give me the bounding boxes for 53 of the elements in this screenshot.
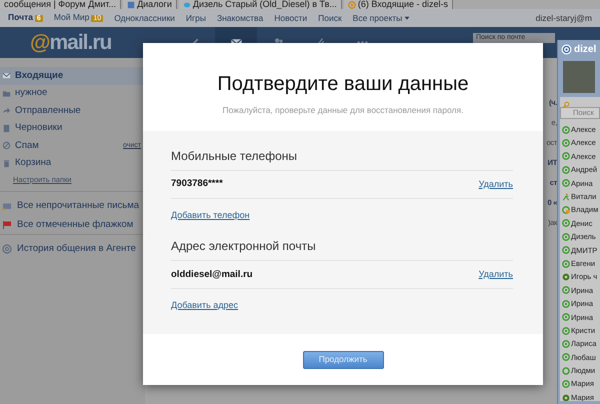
folder-item[interactable]: нужное	[0, 84, 145, 102]
dialog-title: Подтвердите ваши данные	[216, 72, 470, 96]
envelope-icon	[2, 71, 11, 80]
add-link[interactable]: Добавить телефон	[171, 208, 250, 222]
contact-value: 7903786****	[171, 177, 223, 192]
at-sign-icon	[561, 44, 572, 54]
at-lock-icon	[562, 206, 570, 214]
folder-item[interactable]: Черновики	[0, 120, 145, 137]
portal-nav-link[interactable]: Поиск	[318, 12, 342, 24]
flower-icon	[562, 394, 570, 401]
section-heading: Мобильные телефоны	[171, 146, 513, 171]
status-at-icon	[562, 380, 570, 388]
account-name[interactable]: dizel-staryj@m	[536, 12, 592, 24]
ring-icon	[562, 366, 570, 375]
search-icon	[562, 101, 570, 109]
chat-bubble-icon	[127, 0, 136, 8]
browser-tab[interactable]: Диалоги	[123, 0, 177, 9]
photo-placeholder	[563, 61, 595, 93]
browser-tab[interactable]: Дизель Старый (Old_Diesel) в Тв...	[178, 0, 342, 9]
browser-tab[interactable]: сообщения | Форум Дмит...	[0, 0, 122, 9]
portal-nav-link[interactable]: Игры	[186, 12, 206, 24]
at-sign-icon	[348, 0, 356, 8]
delete-link[interactable]: Удалить	[478, 178, 513, 191]
folder-item[interactable]: Входящие	[0, 67, 145, 84]
add-link[interactable]: Добавить адрес	[171, 299, 238, 313]
at-sign-icon	[2, 244, 12, 254]
folder-item[interactable]: Корзина	[0, 154, 145, 172]
agent-title: dizel	[574, 42, 596, 56]
portal-nav-link[interactable]: Новости	[274, 12, 308, 24]
portal-nav-link[interactable]: Все проекты	[352, 12, 410, 24]
folder-icon	[2, 88, 11, 98]
dialog-subtitle: Пожалуйста, проверьте данные для восстановления пароля.	[222, 104, 464, 117]
history-link[interactable]: История общения в Агенте	[0, 239, 145, 258]
browser-tab[interactable]: (6) Входящие - dizel-s	[344, 0, 454, 9]
filter-item[interactable]: Все отмеченные флажком	[0, 215, 145, 234]
trash-icon	[2, 158, 11, 168]
no-entry-icon	[2, 141, 11, 150]
flag-icon	[2, 220, 12, 230]
flower-icon	[562, 272, 570, 281]
caret-icon	[404, 15, 410, 22]
arrow-icon	[2, 106, 11, 116]
filter-item[interactable]: Все непрочитанные письма	[0, 196, 145, 216]
document-icon	[2, 124, 11, 133]
portal-nav-link[interactable]: Одноклассники	[114, 12, 175, 24]
folder-item[interactable]: Отправленные	[0, 102, 145, 120]
delete-link[interactable]: Удалить	[478, 268, 513, 282]
contact-value: olddiesel@mail.ru	[171, 268, 253, 282]
section-heading: Адрес электронной почты	[171, 237, 513, 262]
envelope-icon	[2, 200, 12, 211]
logo[interactable]: @mail.ru	[30, 26, 112, 58]
walking-person-icon	[562, 192, 570, 201]
bird-icon	[182, 0, 191, 8]
portal-nav-link[interactable]: Знакомства	[216, 12, 264, 24]
